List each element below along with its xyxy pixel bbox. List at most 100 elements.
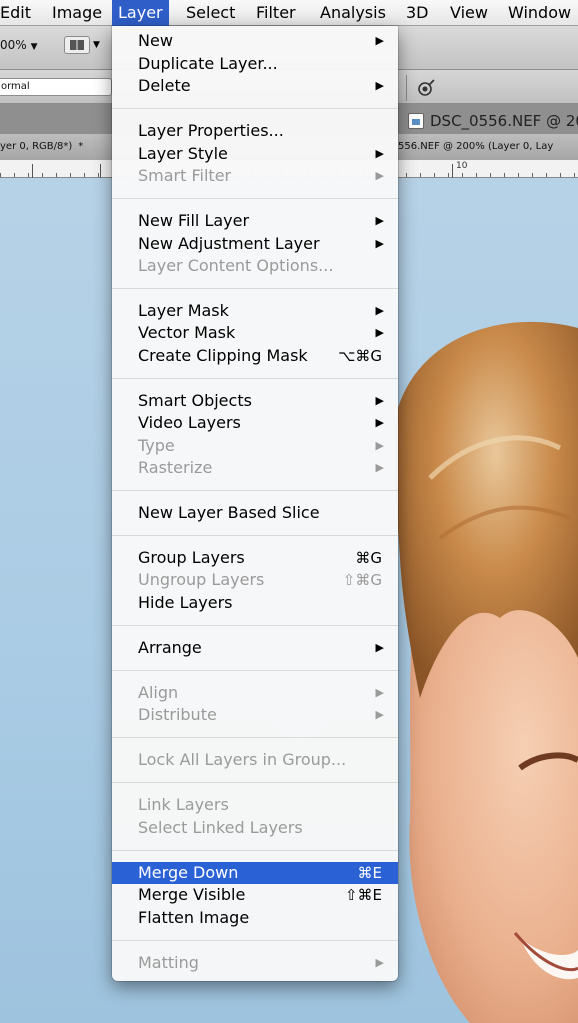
- submenu-arrow-icon: ▶: [375, 34, 384, 47]
- menu-3d[interactable]: 3D: [400, 0, 435, 26]
- zoom-value: 00%: [0, 38, 27, 52]
- menu-item-smart-filter: Smart Filter ▶: [112, 165, 398, 187]
- ruler-tick: [452, 164, 453, 178]
- menu-item-label: Arrange: [138, 638, 202, 657]
- submenu-arrow-icon: ▶: [375, 169, 384, 182]
- ruler-label: 10: [456, 161, 468, 171]
- tab-document-right[interactable]: 556.NEF @ 200% (Layer 0, Lay: [398, 134, 553, 160]
- menu-bar: Edit Image Layer Select Filter Analysis …: [0, 0, 578, 26]
- menu-view[interactable]: View: [444, 0, 494, 26]
- keyboard-shortcut: ⇧⌘E: [344, 886, 382, 904]
- menu-item-label: Hide Layers: [138, 593, 233, 612]
- tab-title: yer 0, RGB/8*): [0, 141, 73, 152]
- menu-item-type: Type ▶: [112, 435, 398, 457]
- menu-item-label: Video Layers: [138, 413, 241, 432]
- menu-item-matting: Matting ▶: [112, 952, 398, 974]
- chevron-down-icon: ▼: [30, 42, 38, 52]
- menu-layer[interactable]: Layer: [112, 0, 169, 26]
- submenu-arrow-icon: ▶: [375, 237, 384, 250]
- menu-item-hide-layers[interactable]: Hide Layers: [112, 592, 398, 614]
- menu-item-merge-visible[interactable]: Merge Visible ⇧⌘E: [112, 884, 398, 906]
- menu-item-link-layers: Link Layers: [112, 794, 398, 816]
- menu-item-label: Ungroup Layers: [138, 570, 265, 589]
- menu-item-distribute: Distribute ▶: [112, 704, 398, 726]
- menu-item-label: Smart Filter: [138, 166, 232, 185]
- menu-item-rasterize: Rasterize ▶: [112, 457, 398, 479]
- menu-separator: [112, 625, 398, 626]
- submenu-arrow-icon: ▶: [375, 708, 384, 721]
- menu-item-new-adjustment-layer[interactable]: New Adjustment Layer ▶: [112, 233, 398, 255]
- menu-item-merge-down[interactable]: Merge Down ⌘E: [112, 862, 398, 884]
- menu-separator: [112, 288, 398, 289]
- keyboard-shortcut: ⌘G: [355, 549, 382, 567]
- menu-item-label: Delete: [138, 76, 191, 95]
- submenu-arrow-icon: ▶: [375, 956, 384, 969]
- document-window-title: DSC_0556.NEF @ 20: [430, 112, 578, 130]
- menu-edit[interactable]: Edit: [0, 0, 37, 26]
- submenu-arrow-icon: ▶: [375, 394, 384, 407]
- menu-item-label: New Adjustment Layer: [138, 234, 320, 253]
- menu-item-label: Layer Style: [138, 144, 228, 163]
- menu-item-new-layer-based-slice[interactable]: New Layer Based Slice: [112, 502, 398, 524]
- blend-mode-select[interactable]: ormal: [0, 78, 112, 96]
- menu-item-video-layers[interactable]: Video Layers ▶: [112, 412, 398, 434]
- menu-item-layer-mask[interactable]: Layer Mask ▶: [112, 300, 398, 322]
- submenu-arrow-icon: ▶: [375, 439, 384, 452]
- menu-separator: [112, 535, 398, 536]
- menu-item-label: Layer Content Options...: [138, 256, 334, 275]
- menu-item-select-linked-layers: Select Linked Layers: [112, 817, 398, 839]
- menu-item-create-clipping-mask[interactable]: Create Clipping Mask ⌥⌘G: [112, 345, 398, 367]
- menu-item-new-fill-layer[interactable]: New Fill Layer ▶: [112, 210, 398, 232]
- tab-close-marker[interactable]: *: [78, 141, 83, 152]
- menu-item-layer-style[interactable]: Layer Style ▶: [112, 143, 398, 165]
- submenu-arrow-icon: ▶: [375, 304, 384, 317]
- menu-item-layer-content-options: Layer Content Options...: [112, 255, 398, 277]
- zoom-dropdown[interactable]: 00% ▼: [0, 38, 38, 52]
- keyboard-shortcut: ⌥⌘G: [338, 347, 382, 365]
- menu-item-layer-properties[interactable]: Layer Properties...: [112, 120, 398, 142]
- menu-item-flatten-image[interactable]: Flatten Image: [112, 907, 398, 929]
- menu-item-label: Duplicate Layer...: [138, 54, 278, 73]
- menu-item-label: Distribute: [138, 705, 217, 724]
- menu-item-delete[interactable]: Delete ▶: [112, 75, 398, 97]
- menu-image[interactable]: Image: [46, 0, 108, 26]
- menu-separator: [112, 670, 398, 671]
- menu-separator: [112, 782, 398, 783]
- menu-item-label: New Fill Layer: [138, 211, 250, 230]
- submenu-arrow-icon: ▶: [375, 641, 384, 654]
- menu-analysis[interactable]: Analysis: [314, 0, 392, 26]
- menu-item-label: Vector Mask: [138, 323, 236, 342]
- tab-document-left[interactable]: yer 0, RGB/8*) *: [0, 134, 83, 160]
- menu-separator: [112, 850, 398, 851]
- menu-separator: [112, 490, 398, 491]
- menu-separator: [112, 108, 398, 109]
- menu-item-label: Layer Mask: [138, 301, 229, 320]
- menu-separator: [112, 940, 398, 941]
- keyboard-shortcut: ⇧⌘G: [342, 571, 382, 589]
- menu-item-label: Smart Objects: [138, 391, 252, 410]
- submenu-arrow-icon: ▶: [375, 214, 384, 227]
- menu-item-vector-mask[interactable]: Vector Mask ▶: [112, 322, 398, 344]
- menu-item-group-layers[interactable]: Group Layers ⌘G: [112, 547, 398, 569]
- menu-item-new[interactable]: New ▶: [112, 30, 398, 52]
- menu-filter[interactable]: Filter: [250, 0, 302, 26]
- menu-item-align: Align ▶: [112, 682, 398, 704]
- menu-select[interactable]: Select: [180, 0, 241, 26]
- menu-item-duplicate-layer[interactable]: Duplicate Layer...: [112, 53, 398, 75]
- menu-item-label: Select Linked Layers: [138, 818, 303, 837]
- ruler-tick: [100, 164, 101, 178]
- arrange-documents-button[interactable]: [64, 36, 90, 54]
- submenu-arrow-icon: ▶: [375, 147, 384, 160]
- menu-item-smart-objects[interactable]: Smart Objects ▶: [112, 390, 398, 412]
- menu-item-label: Type: [138, 436, 175, 455]
- menu-item-label: Flatten Image: [138, 908, 250, 927]
- menu-window[interactable]: Window: [502, 0, 577, 26]
- menu-item-lock-all-layers-in-group: Lock All Layers in Group...: [112, 749, 398, 771]
- menu-item-label: Layer Properties...: [138, 121, 284, 140]
- menu-item-label: Create Clipping Mask: [138, 346, 308, 365]
- menu-separator: [112, 378, 398, 379]
- menu-item-label: Lock All Layers in Group...: [138, 750, 347, 769]
- menu-item-arrange[interactable]: Arrange ▶: [112, 637, 398, 659]
- airbrush-icon[interactable]: [416, 78, 436, 98]
- submenu-arrow-icon: ▶: [375, 416, 384, 429]
